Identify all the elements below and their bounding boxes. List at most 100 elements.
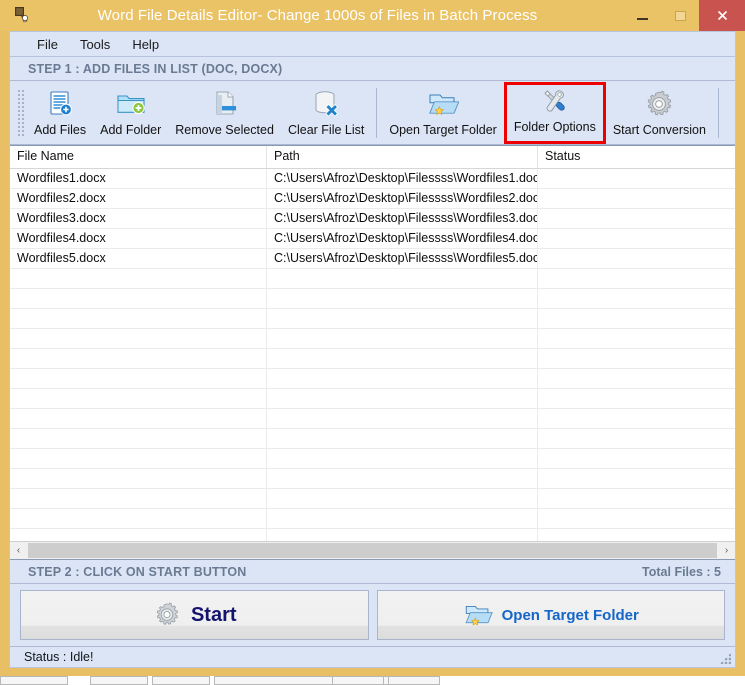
step1-header: STEP 1 : ADD FILES IN LIST (DOC, DOCX) — [10, 57, 735, 81]
cell-path: C:\Users\Afroz\Desktop\Filessss\Wordfile… — [267, 209, 538, 228]
table-row[interactable]: Wordfiles2.docx C:\Users\Afroz\Desktop\Fi… — [10, 189, 735, 209]
status-text: Status : Idle! — [24, 650, 94, 664]
cell-path: C:\Users\Afroz\Desktop\Filessss\Wordfile… — [267, 169, 538, 188]
add-folder-button[interactable]: Add Folder — [93, 85, 168, 141]
clear-file-list-label: Clear File List — [287, 122, 365, 137]
column-header-path[interactable]: Path — [267, 146, 538, 168]
table-row-empty — [10, 429, 735, 449]
cell-path — [267, 449, 538, 468]
column-header-file-name[interactable]: File Name — [10, 146, 267, 168]
remove-selected-button[interactable]: Remove Selected — [168, 85, 281, 141]
table-row-empty — [10, 329, 735, 349]
scrollbar-track[interactable] — [27, 542, 718, 559]
table-row[interactable]: Wordfiles4.docx C:\Users\Afroz\Desktop\Fi… — [10, 229, 735, 249]
menu-tools[interactable]: Tools — [71, 35, 119, 54]
add-files-button[interactable]: Add Files — [27, 85, 93, 141]
toolbar-separator-1 — [376, 87, 378, 138]
add-files-icon — [44, 89, 76, 120]
toolbar-grip[interactable] — [16, 88, 25, 137]
file-list-body[interactable]: Wordfiles1.docx C:\Users\Afroz\Desktop\Fi… — [10, 169, 735, 541]
file-list-view: File Name Path Status Wordfiles1.docx C:\… — [10, 145, 735, 560]
menu-file[interactable]: File — [28, 35, 67, 54]
taskbar-tile[interactable] — [152, 676, 210, 685]
open-folder-icon — [463, 601, 493, 629]
resize-grip-icon[interactable] — [720, 653, 731, 664]
taskbar-tile[interactable] — [332, 676, 384, 685]
table-row[interactable]: Wordfiles1.docx C:\Users\Afroz\Desktop\Fi… — [10, 169, 735, 189]
toolbar-separator-2 — [717, 87, 719, 138]
cell-path: C:\Users\Afroz\Desktop\Filessss\Wordfile… — [267, 229, 538, 248]
open-target-folder-button[interactable]: Open Target Folder — [382, 85, 503, 141]
table-row-empty — [10, 309, 735, 329]
start-conversion-button[interactable]: Start Conversion — [606, 85, 713, 141]
step2-label: STEP 2 : CLICK ON START BUTTON — [28, 564, 247, 579]
cell-status — [538, 469, 735, 488]
cell-path — [267, 269, 538, 288]
cell-status — [538, 229, 735, 248]
cell-file-name — [10, 489, 267, 508]
cell-file-name: Wordfiles2.docx — [10, 189, 267, 208]
cell-file-name — [10, 329, 267, 348]
taskbar-tile[interactable] — [388, 676, 440, 685]
cell-path — [267, 429, 538, 448]
cell-file-name — [10, 269, 267, 288]
scrollbar-thumb[interactable] — [28, 543, 717, 558]
menu-bar: File Tools Help — [10, 32, 735, 57]
cell-file-name — [10, 509, 267, 528]
cell-status — [538, 189, 735, 208]
start-button[interactable]: Start — [20, 590, 369, 640]
cell-status — [538, 349, 735, 368]
open-target-folder-action-button[interactable]: Open Target Folder — [376, 590, 725, 640]
minimize-button[interactable] — [623, 0, 661, 31]
table-row-empty — [10, 349, 735, 369]
cell-file-name — [10, 289, 267, 308]
main-toolbar: Add Files Add Folder Remove Selected Cle… — [10, 81, 735, 145]
scroll-right-arrow-icon[interactable]: › — [718, 542, 735, 559]
clear-file-list-button[interactable]: Clear File List — [281, 85, 371, 141]
cell-path — [267, 409, 538, 428]
horizontal-scrollbar[interactable]: ‹ › — [10, 541, 735, 559]
cell-file-name — [10, 429, 267, 448]
word-app-icon — [14, 6, 32, 24]
cell-path — [267, 489, 538, 508]
table-row[interactable]: Wordfiles3.docx C:\Users\Afroz\Desktop\Fi… — [10, 209, 735, 229]
cell-path — [267, 389, 538, 408]
cell-path — [267, 289, 538, 308]
table-row-empty — [10, 449, 735, 469]
folder-options-button[interactable]: Folder Options — [503, 81, 606, 144]
folder-options-icon — [539, 86, 571, 117]
close-button[interactable] — [699, 0, 745, 31]
cell-status — [538, 489, 735, 508]
table-row[interactable]: Wordfiles5.docx C:\Users\Afroz\Desktop\Fi… — [10, 249, 735, 269]
open-target-folder-icon — [427, 89, 460, 120]
table-row-empty — [10, 509, 735, 529]
taskbar-tile[interactable] — [90, 676, 148, 685]
menu-help[interactable]: Help — [123, 35, 168, 54]
scroll-left-arrow-icon[interactable]: ‹ — [10, 542, 27, 559]
cell-status — [538, 429, 735, 448]
add-folder-label: Add Folder — [100, 122, 162, 137]
start-button-label: Start — [190, 603, 237, 626]
status-bar: Status : Idle! — [10, 646, 735, 667]
table-row-empty — [10, 529, 735, 541]
taskbar-tile[interactable] — [0, 676, 68, 685]
cell-path — [267, 469, 538, 488]
cell-file-name — [10, 309, 267, 328]
cell-status — [538, 269, 735, 288]
cell-path — [267, 349, 538, 368]
table-row-empty — [10, 369, 735, 389]
cell-status — [538, 329, 735, 348]
remove-selected-icon — [209, 89, 241, 120]
cell-path — [267, 309, 538, 328]
column-header-status[interactable]: Status — [538, 146, 735, 168]
taskbar-tile[interactable] — [214, 676, 414, 685]
cell-path — [267, 509, 538, 528]
table-row-empty — [10, 489, 735, 509]
cell-path: C:\Users\Afroz\Desktop\Filessss\Wordfile… — [267, 249, 538, 268]
window-controls — [623, 0, 745, 31]
action-bar: Start Open Target Folder — [10, 584, 735, 646]
table-row-empty — [10, 469, 735, 489]
file-list-header: File Name Path Status — [10, 146, 735, 169]
maximize-button[interactable] — [661, 0, 699, 31]
remove-selected-label: Remove Selected — [175, 122, 274, 137]
